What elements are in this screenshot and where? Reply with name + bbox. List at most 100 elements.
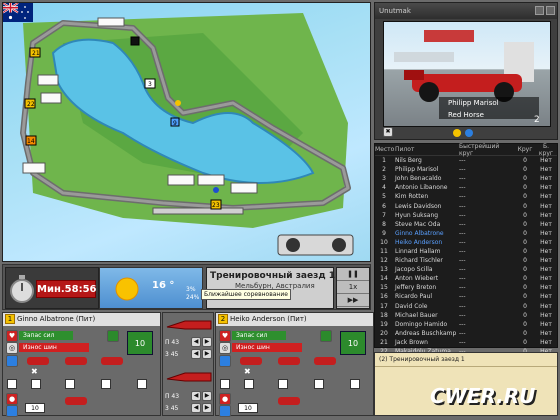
row-pit: Нет — [540, 293, 552, 301]
stopwatch-icon — [10, 275, 34, 303]
close-button[interactable] — [546, 6, 555, 15]
pressure-4-down[interactable]: ◀ — [191, 403, 201, 413]
driver2-car-setting-1[interactable] — [240, 357, 262, 365]
camera-position: 2 — [534, 115, 540, 125]
pit-settings-panel: П 43 3 45 ◀ ▶ ◀ ▶ П 43 3 45 ◀ ▶ ◀ ▶ — [162, 312, 214, 416]
timing-row[interactable]: 4 Antonio Libanone --- 0 Нет — [375, 183, 557, 192]
timing-row[interactable]: 15 Jeffery Breton --- 0 Нет — [375, 283, 557, 292]
pressure-3-down[interactable]: ◀ — [191, 391, 201, 401]
timing-row[interactable]: 16 Ricardo Paul --- 0 Нет — [375, 292, 557, 301]
game-window: 21 22 3 9 14 23 Unutmak Philipp Marisol … — [0, 0, 560, 420]
timing-row[interactable]: 13 Jacopo Scilla --- 0 Нет — [375, 265, 557, 274]
rear-wing-icon — [166, 372, 212, 382]
driver2-car-setting-3[interactable] — [314, 357, 336, 365]
driver2-check-4[interactable] — [314, 379, 324, 389]
driver2-stop-icon[interactable]: ● — [219, 393, 231, 405]
row-best-lap: --- — [459, 157, 466, 165]
row-driver-name: Jacopo Scilla — [395, 266, 433, 274]
timing-row[interactable]: 9 Ginno Albatrone --- 0 Нет — [375, 229, 557, 238]
driver1-car-setting-1[interactable] — [27, 357, 49, 365]
driver2-car-setting-2[interactable] — [278, 357, 300, 365]
driver1-car-setting-2[interactable] — [65, 357, 87, 365]
row-position: 18 — [380, 311, 388, 319]
driver1-check-3[interactable] — [65, 379, 75, 389]
timing-row[interactable]: 20 Andreas Buschkamp --- 0 Нет — [375, 329, 557, 338]
row-best-lap: --- — [459, 257, 466, 265]
driver1-setting-value[interactable]: 10 — [25, 403, 45, 413]
timing-row[interactable]: 2 Philipp Marisol --- 0 Нет — [375, 165, 557, 174]
pause-button[interactable]: ❚❚ — [337, 268, 369, 281]
close-camera-icon[interactable]: ✖ — [383, 127, 393, 137]
timing-row[interactable]: 1 Nils Berg --- 0 Нет — [375, 156, 557, 165]
driver1-check-1[interactable] — [7, 379, 17, 389]
driver1-check-5[interactable] — [137, 379, 147, 389]
header-pit: Б. круг — [538, 142, 554, 157]
camera-title: Unutmak — [379, 7, 411, 15]
row-best-lap: --- — [459, 175, 466, 183]
driver2-check-2[interactable] — [244, 379, 254, 389]
timing-row[interactable]: 8 Steve Mac Oda --- 0 Нет — [375, 220, 557, 229]
speed-label[interactable]: 1x — [337, 281, 369, 294]
timing-row[interactable]: 10 Heiko Anderson --- 0 Нет — [375, 238, 557, 247]
row-driver-name: John Benacaldo — [395, 175, 442, 183]
timing-row[interactable]: 14 Anton Wiebert --- 0 Нет — [375, 274, 557, 283]
pressure-1-down[interactable]: ◀ — [191, 337, 201, 347]
pressure-1: П 43 — [165, 339, 180, 346]
driver1-go-icon[interactable] — [6, 405, 18, 417]
timing-row[interactable]: 7 Hyun Suksang --- 0 Нет — [375, 211, 557, 220]
camera-titlebar: Unutmak — [375, 3, 557, 19]
row-lap: 0 — [523, 293, 527, 301]
pressure-3-up[interactable]: ▶ — [202, 391, 212, 401]
timing-row[interactable]: 21 Jack Brown --- 0 Нет — [375, 338, 557, 347]
row-lap: 0 — [523, 157, 527, 165]
svg-text:23: 23 — [212, 202, 220, 209]
svg-text:14: 14 — [27, 138, 35, 145]
weather-panel: 16 ° 3% 24% — [99, 267, 203, 309]
row-pit: Нет — [540, 311, 552, 319]
row-driver-name: Philipp Marisol — [395, 166, 439, 174]
camera-next-icon[interactable] — [465, 129, 473, 137]
row-lap: 0 — [523, 193, 527, 201]
row-best-lap: --- — [459, 229, 466, 237]
track-map[interactable]: 21 22 3 9 14 23 — [2, 2, 371, 262]
onboard-camera-view: Philipp Marisol Red Horse 2 — [383, 21, 551, 127]
svg-text:3: 3 — [148, 81, 152, 88]
driver1-stop-icon[interactable]: ● — [6, 393, 18, 405]
timing-row[interactable]: 19 Domingo Hamido --- 0 Нет — [375, 320, 557, 329]
pressure-2-up[interactable]: ▶ — [202, 349, 212, 359]
session-title: Тренировочный заезд 1 — [210, 271, 335, 281]
row-pit: Нет — [540, 338, 552, 346]
timing-row[interactable]: 12 Richard Tischler --- 0 Нет — [375, 256, 557, 265]
driver2-check-3[interactable] — [278, 379, 288, 389]
driver1-pit-stop-icon: ✖ — [31, 367, 38, 376]
timing-row[interactable]: 5 Kim Rotten --- 0 Нет — [375, 192, 557, 201]
pressure-4-up[interactable]: ▶ — [202, 403, 212, 413]
timing-row[interactable]: 3 John Benacaldo --- 0 Нет — [375, 174, 557, 183]
row-pit: Нет — [540, 238, 552, 246]
driver2-check-5[interactable] — [350, 379, 360, 389]
row-lap: 0 — [523, 329, 527, 337]
driver2-check-1[interactable] — [220, 379, 230, 389]
driver2-setting-value[interactable]: 10 — [238, 403, 258, 413]
driver1-car-setting-3[interactable] — [101, 357, 123, 365]
timing-row[interactable]: 18 Michael Bauer --- 0 Нет — [375, 311, 557, 320]
driver1-check-4[interactable] — [101, 379, 111, 389]
driver1-mode-toggle[interactable] — [6, 355, 18, 367]
pressure-2-down[interactable]: ◀ — [191, 349, 201, 359]
timing-row[interactable]: 11 Linnard Hallam --- 0 Нет — [375, 247, 557, 256]
driver2-fuel-value: 10 — [340, 331, 366, 355]
driver1-check-2[interactable] — [31, 379, 41, 389]
timing-row[interactable]: 6 Lewis Davidson --- 0 Нет — [375, 201, 557, 210]
pressure-1-up[interactable]: ▶ — [202, 337, 212, 347]
row-best-lap: --- — [459, 302, 466, 310]
driver2-mode-toggle[interactable] — [219, 355, 231, 367]
driver1-number: 1 — [5, 314, 15, 324]
driver1-car-icon — [65, 397, 87, 405]
fast-forward-button[interactable]: ▶▶ — [337, 294, 369, 307]
timing-row[interactable]: 17 David Cole --- 0 Нет — [375, 302, 557, 311]
row-best-lap: --- — [459, 266, 466, 274]
camera-prev-icon[interactable] — [453, 129, 461, 137]
minimize-button[interactable] — [535, 6, 544, 15]
driver2-go-icon[interactable] — [219, 405, 231, 417]
row-driver-name: Lewis Davidson — [395, 202, 442, 210]
